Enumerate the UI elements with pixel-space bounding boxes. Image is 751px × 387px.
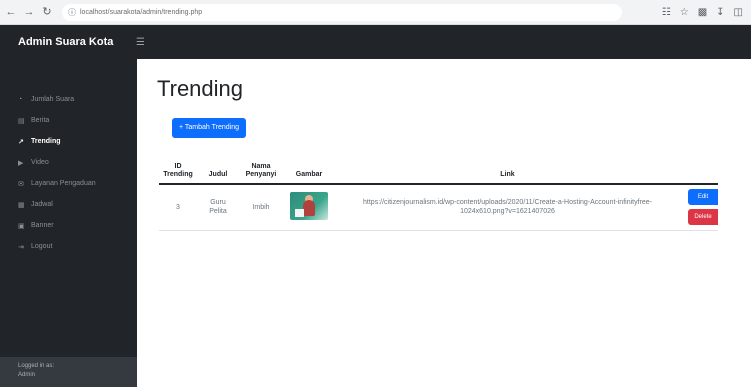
header-actions (680, 160, 718, 185)
page-title: Trending (157, 76, 244, 101)
sidebar-item-label: Layanan Pengaduan (31, 180, 96, 187)
header-link: Link (335, 160, 680, 185)
download-icon[interactable]: ↧ (716, 7, 724, 18)
header-penyanyi: Nama Penyanyi (239, 160, 283, 185)
address-bar[interactable]: ⓘ localhost/suarakota/admin/trending.php (62, 3, 622, 21)
main-content: Trending + Tambah Trending ID Trending J… (137, 59, 751, 387)
arrow-left-icon[interactable]: ← (4, 5, 18, 19)
cell-link: https://citizenjournalism.id/wp-content/… (335, 184, 680, 231)
table-header-row: ID Trending Judul Nama Penyanyi Gambar L… (159, 160, 718, 185)
sidebar-item-jumlah-suara[interactable]: ◔ Jumlah Suara (0, 89, 137, 110)
thumbnail-image (290, 191, 328, 220)
sidebar-item-jadwal[interactable]: ▦ Jadwal (0, 194, 137, 215)
info-icon[interactable]: ⓘ (68, 7, 76, 18)
brand-title[interactable]: Admin Suara Kota (18, 36, 136, 48)
delete-button[interactable]: Delete (688, 209, 718, 226)
sidebar-item-berita[interactable]: ▤ Berita (0, 110, 137, 131)
url-text: localhost/suarakota/admin/trending.php (80, 8, 203, 16)
browser-extension-icons: ☷ ☆ ▩ ↧ ◫ (662, 7, 743, 18)
browser-toolbar: ← → ↻ ⓘ localhost/suarakota/admin/trendi… (0, 0, 751, 25)
top-navbar: Admin Suara Kota ☰ (0, 25, 751, 59)
sidebar-item-label: Trending (31, 138, 61, 145)
sidebar-item-logout[interactable]: ⇥ Logout (0, 236, 137, 257)
sidebar-item-label: Jadwal (31, 201, 53, 208)
arrow-right-icon[interactable]: → (22, 5, 36, 19)
cell-id: 3 (159, 184, 197, 231)
calendar-icon: ▦ (18, 201, 25, 209)
image-icon: ▣ (18, 222, 25, 230)
cell-penyanyi: Imbih (239, 184, 283, 231)
logged-in-user: Admin (18, 372, 36, 378)
sidebar-item-video[interactable]: ▶ Video (0, 152, 137, 173)
sidebar-item-label: Video (31, 159, 49, 166)
header-judul: Judul (197, 160, 239, 185)
sidebar-item-label: Jumlah Suara (31, 96, 75, 103)
cell-judul: Guru Pelita (197, 184, 239, 231)
trending-table: ID Trending Judul Nama Penyanyi Gambar L… (159, 160, 718, 231)
sidebar-item-label: Banner (31, 222, 54, 229)
header-gambar: Gambar (283, 160, 335, 185)
sidebar: ◔ Jumlah Suara ▤ Berita ↗ Trending ▶ Video ✉ Laya… (0, 59, 137, 387)
edit-button[interactable]: Edit (688, 189, 718, 206)
add-trending-button[interactable]: + Tambah Trending (172, 118, 246, 138)
sidebar-item-banner[interactable]: ▣ Banner (0, 215, 137, 236)
sidebar-item-label: Berita (31, 117, 50, 124)
header-id: ID Trending (159, 160, 197, 185)
star-icon[interactable]: ☆ (680, 7, 689, 18)
cell-gambar (283, 184, 335, 231)
trending-icon: ↗ (18, 138, 24, 146)
gauge-icon: ◔ (18, 96, 23, 103)
menu-icon[interactable]: ☰ (136, 37, 145, 48)
cell-actions: Edit Delete (680, 184, 718, 231)
bullhorn-icon: ✉ (18, 180, 24, 188)
extension-icon[interactable]: ▩ (698, 7, 707, 18)
logout-icon: ⇥ (18, 243, 24, 251)
more-icon[interactable]: ◫ (734, 7, 743, 18)
sidebar-item-layanan-pengaduan[interactable]: ✉ Layanan Pengaduan (0, 173, 137, 194)
table-row: 3 Guru Pelita Imbih https://citizenjourn… (159, 184, 718, 231)
logged-in-label: Logged in as: (18, 363, 55, 369)
sidebar-footer: Logged in as: Admin (0, 357, 137, 387)
translate-icon[interactable]: ☷ (662, 7, 671, 18)
sidebar-item-trending[interactable]: ↗ Trending (0, 131, 137, 152)
reload-icon[interactable]: ↻ (40, 5, 54, 19)
newspaper-icon: ▤ (18, 117, 25, 125)
video-icon: ▶ (18, 159, 24, 167)
sidebar-item-label: Logout (31, 243, 53, 250)
